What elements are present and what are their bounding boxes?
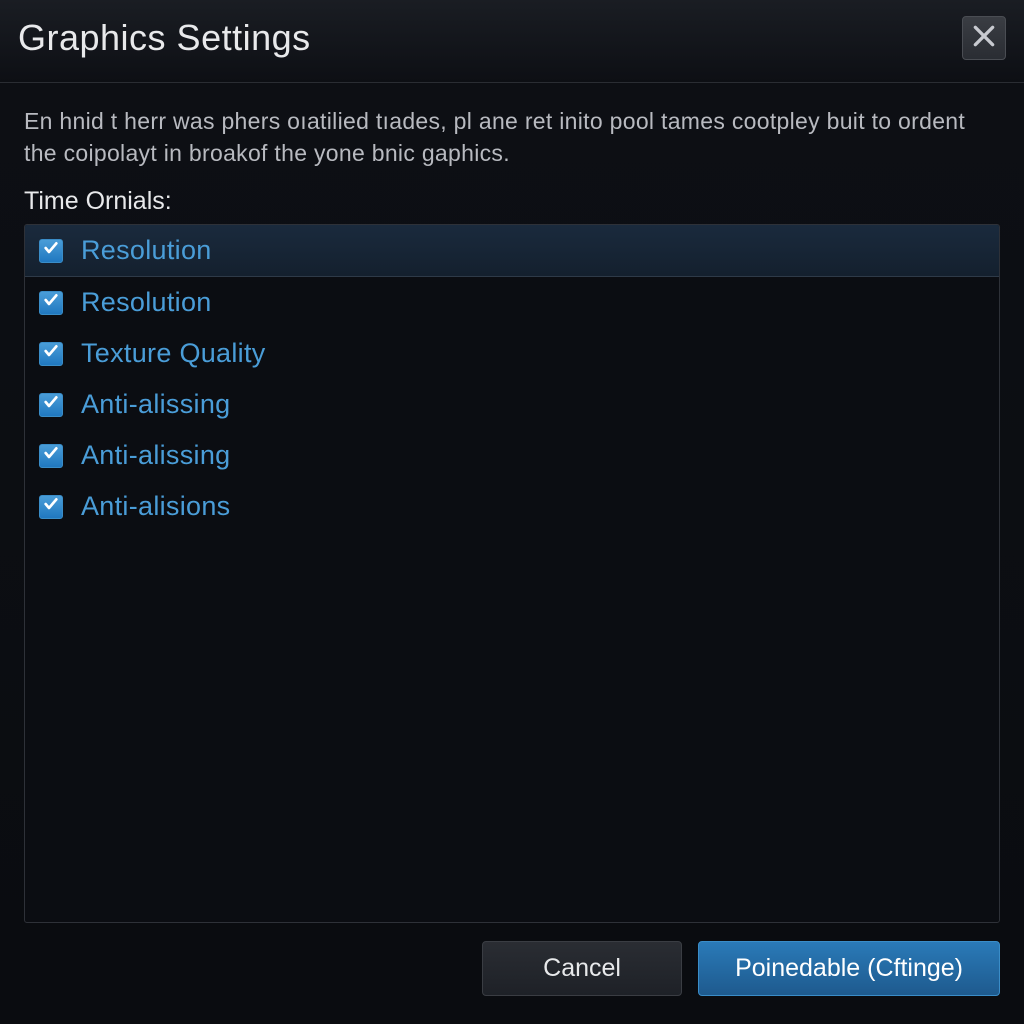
close-icon [971, 23, 997, 54]
option-row[interactable]: Resolution [25, 277, 999, 328]
description-text: En hnid t herr was phers oıatilied tıade… [24, 105, 1000, 169]
settings-dialog: Graphics Settings En hnid t herr was phe… [0, 0, 1024, 1024]
close-button[interactable] [962, 16, 1006, 60]
option-row[interactable]: Anti-alissing [25, 430, 999, 481]
option-row[interactable]: Anti-alisions [25, 481, 999, 532]
checkmark-icon [43, 445, 59, 466]
option-row[interactable]: Resolution [25, 225, 999, 277]
option-label: Texture Quality [81, 338, 266, 369]
checkmark-icon [43, 292, 59, 313]
checkbox[interactable] [39, 444, 63, 468]
checkmark-icon [43, 394, 59, 415]
primary-button[interactable]: Poinedable (Cftinge) [698, 941, 1000, 996]
option-label: Resolution [81, 287, 212, 318]
checkbox[interactable] [39, 291, 63, 315]
option-label: Anti-alissing [81, 440, 230, 471]
section-label: Time Ornials: [24, 187, 1000, 216]
checkmark-icon [43, 496, 59, 517]
option-label: Anti-alissing [81, 389, 230, 420]
option-row[interactable]: Texture Quality [25, 328, 999, 379]
option-row[interactable]: Anti-alissing [25, 379, 999, 430]
cancel-button[interactable]: Cancel [482, 941, 682, 996]
checkmark-icon [43, 343, 59, 364]
dialog-footer: Cancel Poinedable (Cftinge) [0, 941, 1024, 1024]
titlebar: Graphics Settings [0, 0, 1024, 83]
checkbox[interactable] [39, 239, 63, 263]
dialog-title: Graphics Settings [18, 17, 311, 59]
dialog-content: En hnid t herr was phers oıatilied tıade… [0, 83, 1024, 941]
checkbox[interactable] [39, 393, 63, 417]
checkbox[interactable] [39, 495, 63, 519]
option-label: Resolution [81, 235, 212, 266]
option-label: Anti-alisions [81, 491, 230, 522]
checkmark-icon [43, 240, 59, 261]
options-list: Resolution Resolution Texture Quality Anti-… [24, 224, 1000, 923]
checkbox[interactable] [39, 342, 63, 366]
